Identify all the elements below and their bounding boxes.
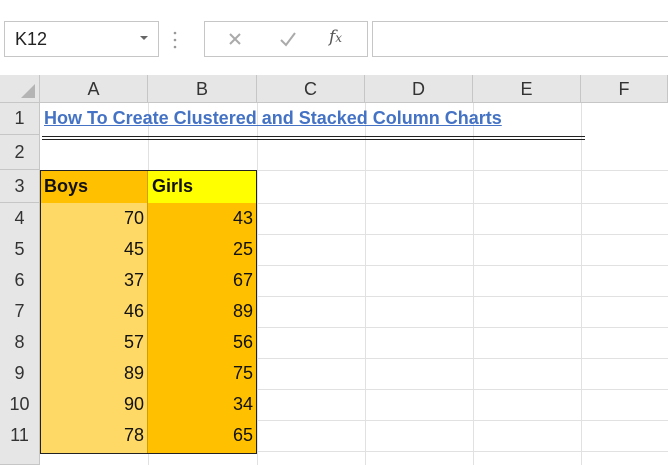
- row-header-3[interactable]: 3: [0, 170, 40, 203]
- drag-handle-icon[interactable]: [172, 29, 178, 51]
- header-cell-boys[interactable]: Boys: [44, 170, 88, 203]
- cell-boys[interactable]: 70: [40, 203, 144, 234]
- cell-girls[interactable]: 75: [148, 358, 253, 389]
- row-header-2[interactable]: 2: [0, 135, 40, 170]
- name-box-value: K12: [15, 29, 48, 49]
- row-header-12[interactable]: [0, 451, 40, 465]
- name-box[interactable]: K12: [4, 21, 159, 57]
- cell-girls[interactable]: 25: [148, 234, 253, 265]
- row-header-6[interactable]: 6: [0, 265, 40, 297]
- column-header-d[interactable]: D: [365, 75, 473, 103]
- column-header-b[interactable]: B: [148, 75, 257, 103]
- cell-girls[interactable]: 34: [148, 389, 253, 420]
- row-header-11[interactable]: 11: [0, 420, 40, 452]
- cell-boys[interactable]: 57: [40, 327, 144, 358]
- cell-girls[interactable]: 56: [148, 327, 253, 358]
- header-cell-girls[interactable]: Girls: [152, 170, 193, 203]
- cell-boys[interactable]: 90: [40, 389, 144, 420]
- formula-input[interactable]: [372, 21, 668, 57]
- row-header-1[interactable]: 1: [0, 103, 40, 135]
- row-header-10[interactable]: 10: [0, 389, 40, 421]
- cell-girls[interactable]: 43: [148, 203, 253, 234]
- row-header-4[interactable]: 4: [0, 203, 40, 235]
- select-all-corner[interactable]: [0, 75, 40, 103]
- formula-buttons: fx: [204, 21, 368, 57]
- row-header-5[interactable]: 5: [0, 234, 40, 266]
- cell-boys[interactable]: 45: [40, 234, 144, 265]
- cell-boys[interactable]: 78: [40, 420, 144, 451]
- cell-boys[interactable]: 46: [40, 296, 144, 327]
- row-header-7[interactable]: 7: [0, 296, 40, 328]
- close-icon[interactable]: [227, 31, 243, 47]
- check-icon[interactable]: [279, 31, 297, 47]
- chevron-down-icon[interactable]: [138, 32, 150, 44]
- sheet-title[interactable]: How To Create Clustered and Stacked Colu…: [44, 108, 502, 129]
- cell-boys[interactable]: 37: [40, 265, 144, 296]
- cell-girls[interactable]: 65: [148, 420, 253, 451]
- title-double-underline: [42, 136, 585, 140]
- column-header-a[interactable]: A: [40, 75, 148, 103]
- row-header-8[interactable]: 8: [0, 327, 40, 359]
- column-header-e[interactable]: E: [473, 75, 581, 103]
- column-header-c[interactable]: C: [257, 75, 365, 103]
- row-header-9[interactable]: 9: [0, 358, 40, 390]
- cell-girls[interactable]: 89: [148, 296, 253, 327]
- cell-girls[interactable]: 67: [148, 265, 253, 296]
- column-header-f[interactable]: F: [581, 75, 668, 103]
- insert-function-button[interactable]: fx: [329, 27, 342, 47]
- cell-boys[interactable]: 89: [40, 358, 144, 389]
- formula-bar-area: K12 fx: [0, 0, 668, 70]
- spreadsheet-grid: A B C D E F 1 2 3 4 5 6 7 8 9 10 11 How …: [0, 75, 668, 465]
